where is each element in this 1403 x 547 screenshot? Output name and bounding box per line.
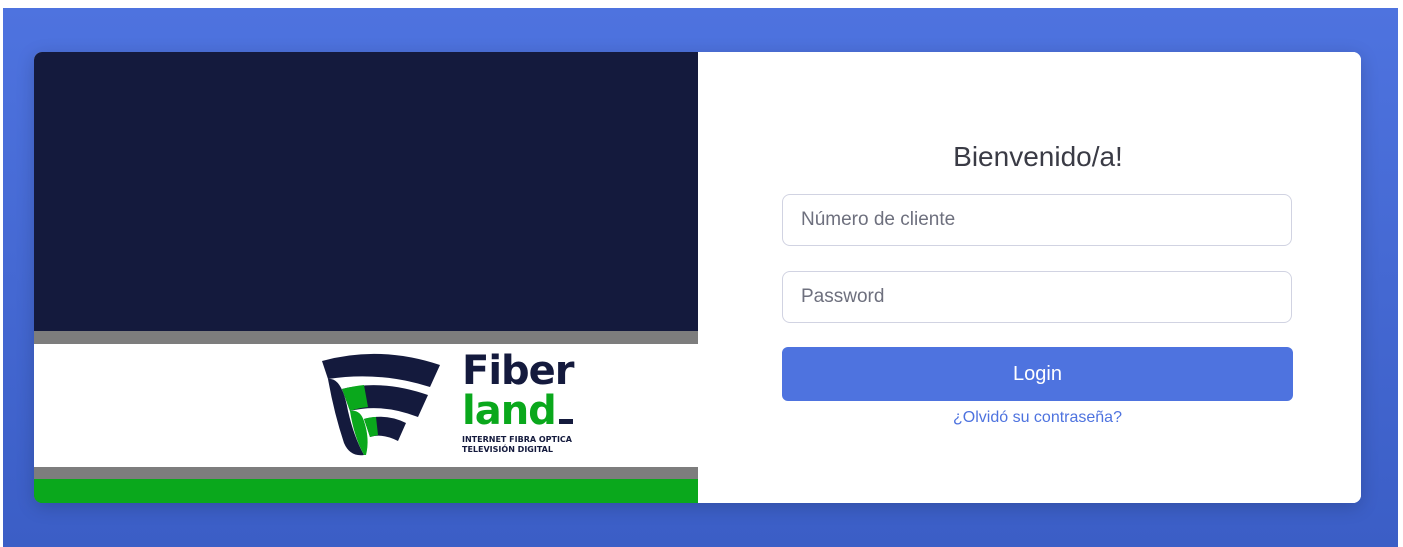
brand-word-fiber: Fiber <box>462 348 575 394</box>
brand-panel: Fiber land INTERNET FIBRA OPTICA TELEVIS… <box>34 52 698 503</box>
brand-tagline-line2: TELEVISIÓN DIGITAL <box>462 445 553 454</box>
brand-tagline-line1: INTERNET FIBRA OPTICA <box>462 435 572 444</box>
gray-stripe-top <box>34 331 698 344</box>
welcome-title: Bienvenido/a! <box>953 140 1123 172</box>
fiberland-logo-icon <box>322 353 440 456</box>
client-number-input[interactable] <box>782 194 1292 246</box>
password-input[interactable] <box>782 271 1292 323</box>
logo-band: Fiber land INTERNET FIBRA OPTICA TELEVIS… <box>34 344 698 467</box>
login-card: Fiber land INTERNET FIBRA OPTICA TELEVIS… <box>34 52 1361 503</box>
cursor-underscore-icon <box>558 419 573 424</box>
login-button[interactable]: Login <box>782 347 1293 401</box>
gray-stripe-bottom <box>34 467 698 479</box>
green-stripe <box>34 479 698 503</box>
brand-word-land-text: land <box>462 388 557 434</box>
fiberland-wordmark: Fiber land INTERNET FIBRA OPTICA TELEVIS… <box>462 351 592 455</box>
forgot-password-link[interactable]: ¿Olvidó su contraseña? <box>782 409 1293 427</box>
login-form-panel: Bienvenido/a! Login ¿Olvidó su contraseñ… <box>698 52 1361 503</box>
brand-word-land: land <box>462 391 592 431</box>
